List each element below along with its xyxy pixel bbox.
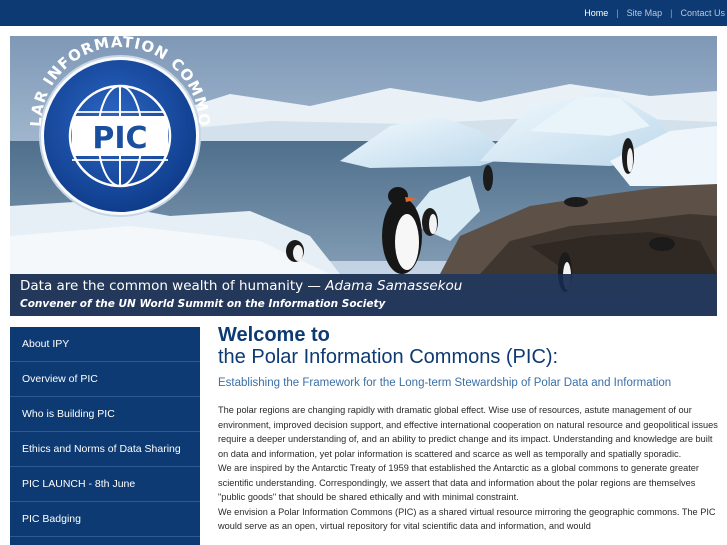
hero-banner: POLAR INFORMATION COMMONS PIC Data are t…: [10, 36, 717, 316]
sidebar-item-about-ipy[interactable]: About IPY: [10, 327, 200, 362]
intro-paragraph: The polar regions are changing rapidly w…: [218, 405, 718, 459]
main-content: Welcome to the Polar Information Commons…: [218, 324, 718, 534]
banner-quote: Data are the common wealth of humanity —…: [20, 278, 717, 294]
sidebar-item-who-is-building[interactable]: Who is Building PIC: [10, 397, 200, 432]
quote-convener: Convener of the UN World Summit on the I…: [20, 298, 386, 310]
intro-text: The polar regions are changing rapidly w…: [218, 403, 718, 534]
top-navigation: Home | Site Map | Contact Us: [584, 0, 725, 26]
sidebar-item-overview[interactable]: Overview of PIC: [10, 362, 200, 397]
nav-site-map-link[interactable]: Site Map: [627, 8, 663, 18]
page-title-line2: the Polar Information Commons (PIC):: [218, 346, 559, 368]
sidebar-item-ethics-norms[interactable]: Ethics and Norms of Data Sharing: [10, 432, 200, 467]
quote-author: Adama Samassekou: [325, 278, 463, 294]
sidebar-item-pic-launch[interactable]: PIC LAUNCH - 8th June: [10, 467, 200, 502]
nav-separator: |: [616, 8, 619, 18]
banner-caption: Data are the common wealth of humanity —…: [10, 274, 717, 316]
nav-home-link[interactable]: Home: [584, 8, 608, 18]
intro-paragraph: We envision a Polar Information Commons …: [218, 506, 716, 532]
nav-contact-us-link[interactable]: Contact Us: [680, 8, 725, 18]
nav-separator: |: [670, 8, 673, 18]
intro-paragraph: We are inspired by the Antarctic Treaty …: [218, 463, 699, 502]
page-subtitle: Establishing the Framework for the Long-…: [218, 377, 672, 389]
sidebar-item-pic-badging[interactable]: PIC Badging: [10, 502, 200, 537]
page-title-line1: Welcome to: [218, 324, 330, 346]
logo-center-text: PIC: [92, 121, 147, 156]
top-bar: Home | Site Map | Contact Us: [0, 0, 727, 26]
quote-text: Data are the common wealth of humanity —: [20, 278, 321, 294]
sidebar-menu: About IPY Overview of PIC Who is Buildin…: [10, 327, 200, 545]
